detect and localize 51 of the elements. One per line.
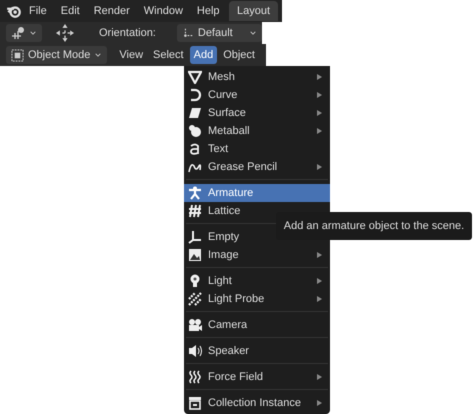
empty-icon [188,230,202,244]
collection-icon [188,396,202,410]
header-menu[interactable]: Add [190,46,218,64]
force-field-icon [188,370,202,384]
menu-item[interactable]: Force Field [184,368,330,386]
menu-item[interactable]: Light [184,272,330,290]
header-menu[interactable]: Object [219,46,259,64]
menu-item[interactable]: Help [190,2,227,20]
object-mode-icon [11,48,24,62]
workspace-tab[interactable]: Layout [228,0,278,22]
menu-item[interactable]: Render [86,2,137,20]
figure-icon [188,186,202,200]
image-icon [188,248,202,262]
lattice-icon [188,204,202,218]
axes-icon [182,27,194,39]
curve-icon [188,88,202,102]
menu-item[interactable]: Collection Instance [184,394,330,412]
caret-icon [29,29,37,37]
menu-item[interactable]: File [22,2,54,20]
speaker-icon [188,344,202,358]
orientation-dropdown[interactable]: Default [176,24,262,42]
mode-dropdown[interactable]: Object Mode [6,46,108,64]
menu-item[interactable]: Metaball [184,122,330,140]
menu-item[interactable]: Camera [184,316,330,334]
menu-item[interactable]: Edit [54,2,87,20]
menu-item[interactable]: Window [136,2,190,20]
mesh-icon [188,70,202,84]
menu-item[interactable]: Grease Pencil [184,158,330,176]
lightbulb-icon [188,274,202,288]
menu-item[interactable]: Armature [184,184,330,202]
header-menu[interactable]: Select [149,46,188,64]
menu-item[interactable]: Mesh [184,68,330,86]
surface-icon [188,106,202,120]
tooltip: Add an armature object to the scene. [276,212,472,240]
snap-dropdown[interactable] [6,24,42,42]
menu-item[interactable]: Curve [184,86,330,104]
text-icon [188,142,202,156]
snap-icon [11,26,25,40]
light-probe-icon [188,292,202,306]
caret-icon [94,51,102,59]
move-gizmo-icon [56,24,74,42]
orientation-label: Orientation: [98,26,157,41]
menu-item[interactable]: Speaker [184,342,330,360]
metaball-icon [188,124,202,138]
header-menu[interactable]: View [115,46,148,64]
menu-item[interactable]: Text [184,140,330,158]
menu-item[interactable]: Light Probe [184,290,330,308]
camera-icon [188,318,202,332]
caret-icon [249,29,257,37]
menu-item[interactable]: Image [184,246,330,264]
menu-item[interactable]: Surface [184,104,330,122]
